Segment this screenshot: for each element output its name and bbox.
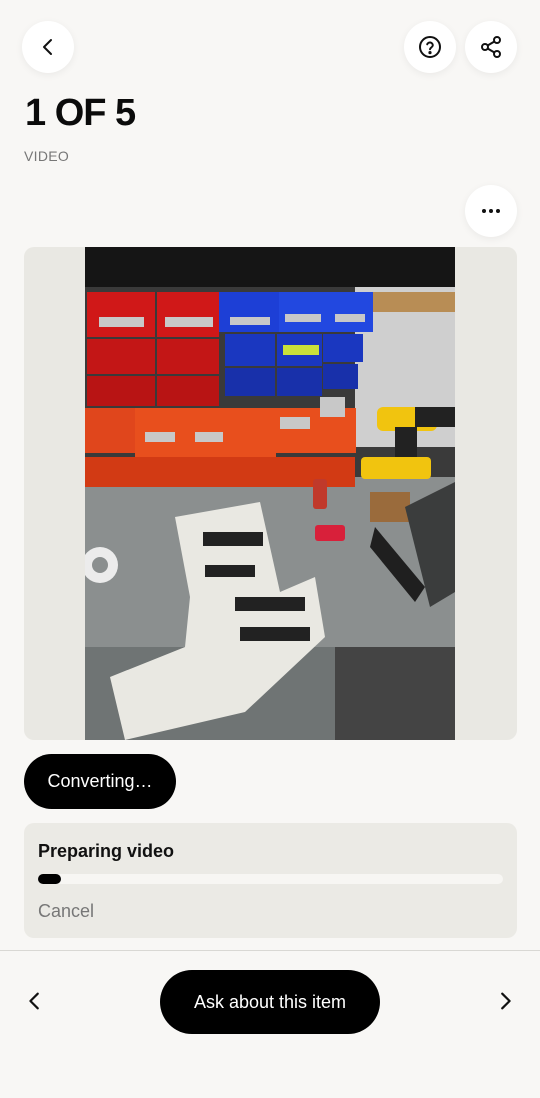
share-icon [481, 36, 501, 58]
more-options-button[interactable] [465, 185, 517, 237]
question-circle-icon [419, 36, 441, 58]
converting-status-pill: Converting… [24, 754, 176, 809]
divider [0, 950, 540, 951]
chevron-left-icon [43, 39, 52, 55]
progress-bar-fill [38, 874, 62, 884]
more-horizontal-icon [482, 209, 500, 213]
media-type-label: VIDEO [24, 148, 70, 164]
progress-bar [38, 874, 503, 884]
previous-item-button[interactable] [20, 986, 50, 1016]
workshop-photo-illustration [85, 247, 455, 740]
chevron-left-icon [29, 992, 39, 1010]
chevron-right-icon [501, 992, 511, 1010]
help-button[interactable] [404, 21, 456, 73]
next-item-button[interactable] [490, 986, 520, 1016]
back-button[interactable] [22, 21, 74, 73]
page-title: 1 OF 5 [25, 92, 136, 134]
item-photo [85, 247, 455, 740]
cancel-button[interactable]: Cancel [38, 901, 94, 922]
progress-title: Preparing video [38, 841, 175, 861]
ask-about-item-button[interactable]: Ask about this item [160, 970, 380, 1034]
progress-card: Preparing video Cancel [24, 823, 517, 938]
share-button[interactable] [465, 21, 517, 73]
media-preview[interactable] [24, 247, 517, 740]
